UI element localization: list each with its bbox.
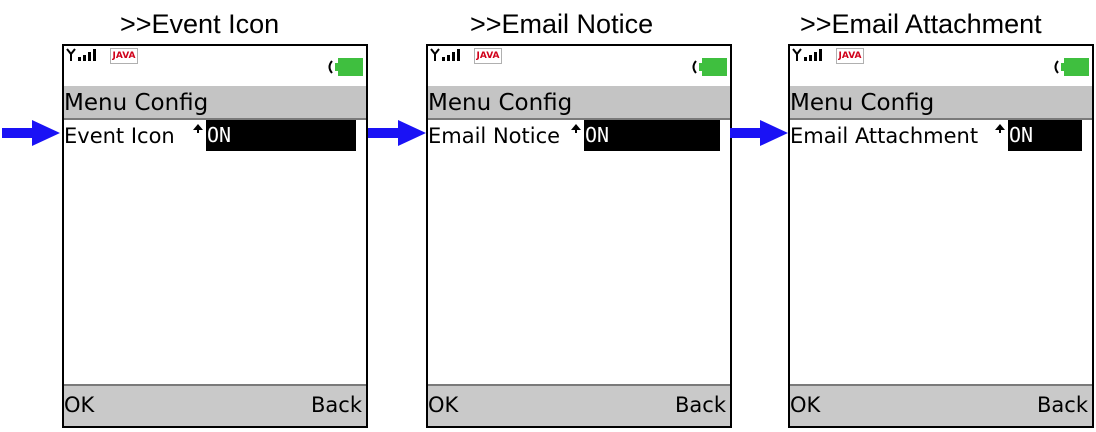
menu-title-bar: Menu Config <box>790 86 1092 120</box>
setting-value-select[interactable]: ON <box>206 120 356 151</box>
setting-row-event-icon[interactable]: Event Icon ON <box>64 120 366 152</box>
menu-title: Menu Config <box>428 90 573 116</box>
java-badge-icon: JAVA <box>836 48 864 64</box>
ok-softkey[interactable]: OK <box>428 390 458 420</box>
softkey-bar: OK Back <box>428 384 730 426</box>
panel-caption: >>Email Attachment <box>800 9 1042 39</box>
signal-strength-icon <box>792 48 822 61</box>
signal-strength-icon <box>66 48 96 61</box>
phone-screen: JAVA Menu Config Event Icon ON OK Back <box>62 44 368 428</box>
screenshot-panel-email-notice: >>Email Notice JAVA Menu Config Email No… <box>364 0 732 432</box>
up-down-icon <box>995 124 1005 133</box>
softkey-bar: OK Back <box>64 384 366 426</box>
battery-icon <box>692 58 727 76</box>
screenshot-panel-event-icon: >>Event Icon JAVA Menu Config Event Icon <box>0 0 368 432</box>
phone-screen: JAVA Menu Config Email Attachment ON OK … <box>788 44 1094 428</box>
setting-label: Email Notice <box>428 124 561 148</box>
status-bar: JAVA <box>428 46 730 86</box>
menu-title-bar: Menu Config <box>64 86 366 120</box>
java-badge-icon: JAVA <box>110 48 138 64</box>
back-softkey[interactable]: Back <box>675 390 726 420</box>
status-bar: JAVA <box>790 46 1092 86</box>
java-badge-icon: JAVA <box>474 48 502 64</box>
setting-label: Event Icon <box>64 124 175 148</box>
screenshot-panel-email-attachment: >>Email Attachment JAVA Menu Config Emai… <box>726 0 1094 432</box>
menu-title: Menu Config <box>790 90 935 116</box>
setting-value-select[interactable]: ON <box>1008 120 1082 151</box>
setting-row-email-attachment[interactable]: Email Attachment ON <box>790 120 1092 152</box>
setting-label: Email Attachment <box>790 124 979 148</box>
back-softkey[interactable]: Back <box>1037 390 1088 420</box>
ok-softkey[interactable]: OK <box>64 390 94 420</box>
status-bar: JAVA <box>64 46 366 86</box>
phone-screen: JAVA Menu Config Email Notice ON OK Back <box>426 44 732 428</box>
ok-softkey[interactable]: OK <box>790 390 820 420</box>
battery-icon <box>1054 58 1089 76</box>
signal-strength-icon <box>430 48 460 61</box>
softkey-bar: OK Back <box>790 384 1092 426</box>
setting-value-select[interactable]: ON <box>584 120 720 151</box>
menu-title: Menu Config <box>64 90 209 116</box>
up-down-icon <box>571 124 581 133</box>
menu-title-bar: Menu Config <box>428 86 730 120</box>
back-softkey[interactable]: Back <box>311 390 362 420</box>
setting-row-email-notice[interactable]: Email Notice ON <box>428 120 730 152</box>
battery-icon <box>328 58 363 76</box>
up-down-icon <box>193 124 203 133</box>
